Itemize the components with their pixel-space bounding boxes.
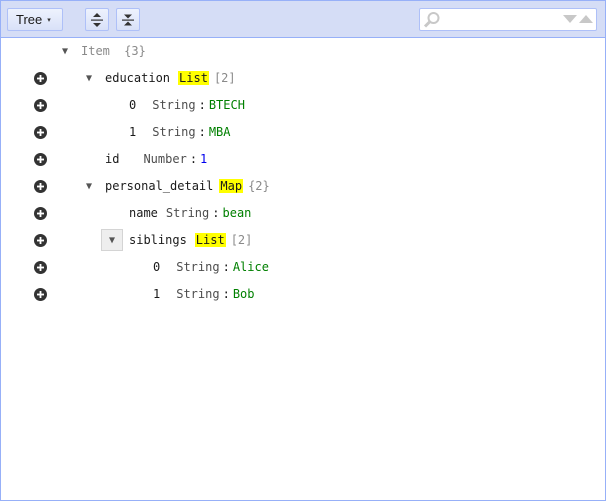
- string-value[interactable]: BTECH: [209, 98, 245, 112]
- expanded-triangle-icon[interactable]: ▼: [101, 229, 123, 251]
- array-index: 0: [153, 260, 161, 274]
- expand-all-button[interactable]: [85, 8, 109, 31]
- separator: :: [222, 260, 230, 274]
- type-label[interactable]: Number: [143, 152, 186, 166]
- toolbar: Tree ▾: [1, 1, 605, 38]
- string-value[interactable]: Bob: [233, 287, 255, 301]
- mode-label: Tree: [16, 12, 43, 27]
- expanded-triangle-icon[interactable]: ▼: [83, 173, 95, 200]
- separator: :: [198, 125, 206, 139]
- collapse-all-button[interactable]: [116, 8, 140, 31]
- child-count: {2}: [248, 179, 270, 193]
- type-label[interactable]: String: [152, 125, 195, 139]
- child-count: [2]: [213, 71, 236, 85]
- context-menu-plus-icon[interactable]: [34, 126, 47, 139]
- type-label[interactable]: String: [176, 260, 219, 274]
- context-menu-plus-icon[interactable]: [34, 72, 47, 85]
- json-editor: Tree ▾ ▼ Item {3} ▼ education List [2] 0…: [0, 0, 606, 501]
- context-menu-plus-icon[interactable]: [34, 261, 47, 274]
- separator: :: [222, 287, 230, 301]
- context-menu-plus-icon[interactable]: [34, 207, 47, 220]
- number-value[interactable]: 1: [200, 152, 207, 166]
- field-name[interactable]: name: [129, 206, 158, 220]
- type-label[interactable]: String: [152, 98, 195, 112]
- tree-row-root: ▼ Item {3}: [1, 38, 605, 65]
- child-count: [2]: [230, 233, 253, 247]
- tree-row-education-1: 1 String: MBA: [1, 119, 605, 146]
- expanded-triangle-icon[interactable]: ▼: [83, 65, 95, 92]
- context-menu-plus-icon[interactable]: [34, 288, 47, 301]
- tree-view: ▼ Item {3} ▼ education List [2] 0 String: BT…: [1, 38, 605, 308]
- string-value[interactable]: bean: [223, 206, 252, 220]
- expanded-triangle-icon[interactable]: ▼: [59, 38, 71, 65]
- search-box: [419, 8, 597, 31]
- tree-row-name: name String: bean: [1, 200, 605, 227]
- field-name[interactable]: siblings: [129, 233, 187, 247]
- type-label[interactable]: String: [166, 206, 209, 220]
- context-menu-plus-icon[interactable]: [34, 234, 47, 247]
- tree-row-personal-detail: ▼ personal_detail Map {2}: [1, 173, 605, 200]
- context-menu-plus-icon[interactable]: [34, 180, 47, 193]
- tree-row-id: id Number:1: [1, 146, 605, 173]
- mode-dropdown[interactable]: Tree ▾: [7, 8, 63, 31]
- type-label[interactable]: List: [194, 233, 226, 247]
- root-count: {3}: [124, 44, 146, 58]
- separator: :: [198, 98, 206, 112]
- tree-row-education: ▼ education List [2]: [1, 65, 605, 92]
- field-name[interactable]: id: [105, 152, 119, 166]
- expand-all-icon: [91, 12, 103, 27]
- type-label[interactable]: Map: [219, 179, 244, 193]
- array-index: 1: [153, 287, 161, 301]
- search-next-icon[interactable]: [563, 14, 577, 24]
- array-index: 1: [129, 125, 137, 139]
- context-menu-plus-icon[interactable]: [34, 153, 47, 166]
- separator: :: [212, 206, 220, 220]
- type-label[interactable]: String: [176, 287, 219, 301]
- context-menu-plus-icon[interactable]: [34, 99, 47, 112]
- field-name[interactable]: personal_detail: [105, 179, 213, 193]
- type-label[interactable]: List: [178, 71, 209, 85]
- string-value[interactable]: MBA: [209, 125, 231, 139]
- search-icon: [423, 12, 440, 28]
- tree-row-education-0: 0 String: BTECH: [1, 92, 605, 119]
- array-index: 0: [129, 98, 137, 112]
- caret-down-icon: ▾: [47, 16, 51, 24]
- tree-row-siblings-1: 1 String: Bob: [1, 281, 605, 308]
- search-input[interactable]: [444, 11, 556, 28]
- field-name[interactable]: education: [105, 71, 170, 85]
- tree-row-siblings: ▼ siblings List [2]: [1, 227, 605, 254]
- root-label: Item: [81, 44, 110, 58]
- search-previous-icon[interactable]: [579, 14, 593, 24]
- separator: :: [189, 152, 198, 166]
- tree-row-siblings-0: 0 String: Alice: [1, 254, 605, 281]
- collapse-all-icon: [122, 14, 134, 25]
- string-value[interactable]: Alice: [233, 260, 269, 274]
